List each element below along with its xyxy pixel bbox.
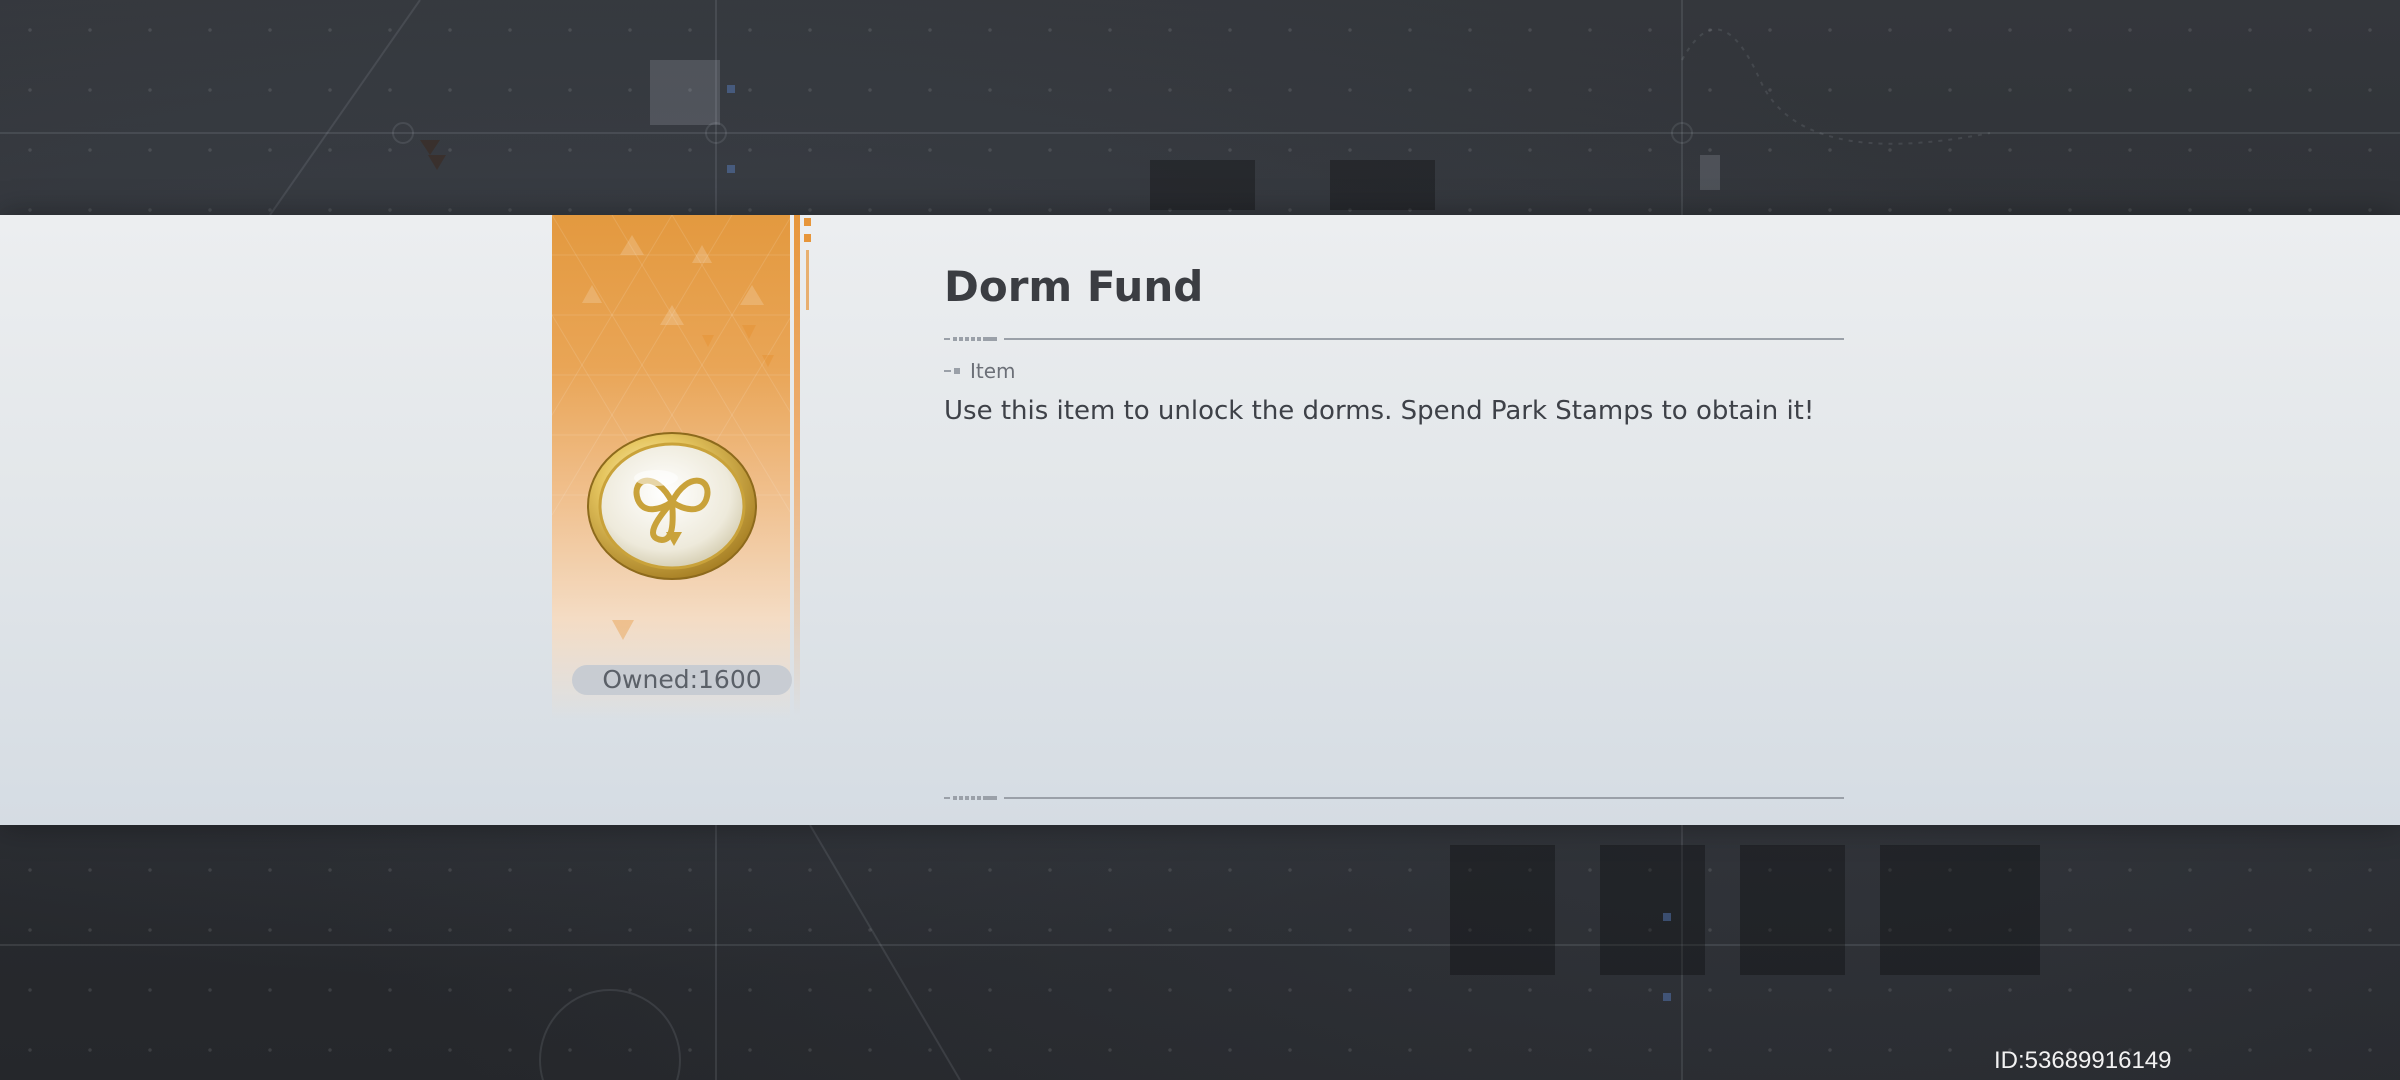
item-category-label: Item: [970, 359, 1016, 383]
item-description: Use this item to unlock the dorms. Spend…: [944, 396, 1815, 426]
card-stripe-ticks: [804, 218, 811, 310]
player-uid-label: ID:53689916149: [1994, 1047, 2172, 1074]
title-divider: [944, 337, 1844, 341]
clover-coin-icon: [586, 430, 758, 580]
category-marker-icon: [944, 368, 960, 374]
bottom-divider: [944, 796, 1844, 800]
owned-count-label: Owned:1600: [572, 665, 792, 695]
item-title: Dorm Fund: [944, 262, 1204, 311]
card-accent-stripe: [794, 215, 800, 715]
item-category: Item: [944, 358, 1016, 384]
game-scene: Owned:1600 Dorm Fund Item Use this item …: [0, 0, 2400, 1080]
